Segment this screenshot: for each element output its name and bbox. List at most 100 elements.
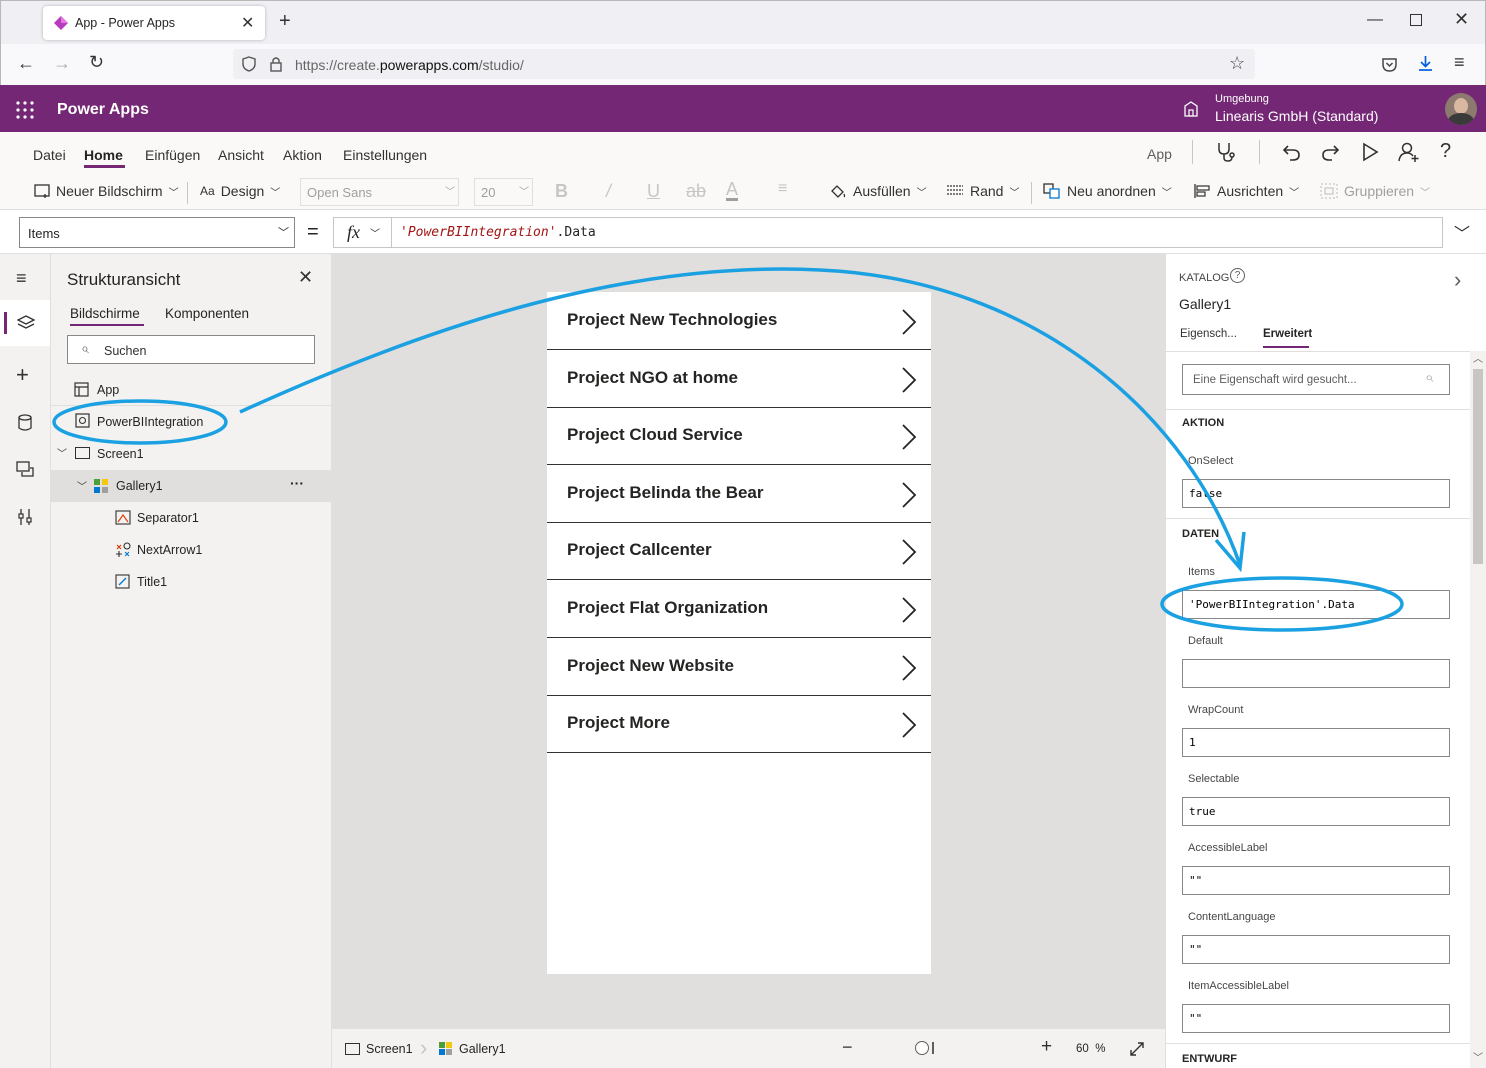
minimize-icon[interactable]: — [1367,11,1383,29]
close-window-icon[interactable]: ✕ [1454,9,1469,30]
media-icon[interactable] [16,460,34,478]
collapse-menu-icon[interactable]: ≡ [16,268,27,289]
new-screen-button[interactable]: Neuer Bildschirm ﹀ [34,183,179,199]
itemaccessiblelabel-field[interactable]: "" [1182,1004,1450,1033]
next-arrow-icon[interactable] [901,538,917,566]
tab-components[interactable]: Komponenten [165,306,249,321]
new-tab-icon[interactable]: + [279,10,291,33]
menu-home[interactable]: Home [84,147,123,163]
app-screen[interactable]: Project New Technologies Project NGO at h… [547,292,931,974]
reload-icon[interactable]: ↻ [89,52,104,73]
breadcrumb-screen[interactable]: Screen1 [366,1042,413,1056]
zoom-in-icon[interactable]: + [1041,1036,1052,1058]
tree-item-separator1[interactable]: Separator1 [51,504,332,532]
download-icon[interactable] [1417,54,1434,73]
avatar[interactable] [1445,93,1477,125]
font-family-select[interactable]: Open Sans ﹀ [300,178,459,206]
insert-icon[interactable]: + [16,362,29,388]
environment-name[interactable]: Linearis GmbH (Standard) [1215,108,1378,124]
tree-item-powerbiintegration[interactable]: PowerBIIntegration [51,408,332,436]
undo-icon[interactable] [1282,142,1302,162]
next-arrow-icon[interactable] [901,711,917,739]
formula-input[interactable]: 'PowerBIIntegration'.Data [391,217,1443,248]
back-icon[interactable]: ← [17,53,35,74]
help-icon[interactable]: ? [1440,140,1451,163]
menu-datei[interactable]: Datei [33,147,66,163]
scroll-down-icon[interactable]: ﹀ [1473,1049,1483,1064]
waffle-icon[interactable] [16,101,34,119]
next-arrow-icon[interactable] [901,596,917,624]
bold-icon[interactable]: B [555,181,568,202]
text-align-icon[interactable]: ≡ [778,180,787,198]
app-checker-label[interactable]: App [1147,146,1172,162]
fit-to-window-icon[interactable] [1129,1041,1145,1057]
menu-ansicht[interactable]: Ansicht [218,147,264,163]
property-search-input[interactable]: Eine Eigenschaft wird gesucht... ⌕ [1182,364,1450,395]
tab-advanced[interactable]: Erweitert [1263,328,1312,340]
gallery-item[interactable]: Project Flat Organization [547,580,931,638]
next-arrow-icon[interactable] [901,366,917,394]
breadcrumb-gallery[interactable]: Gallery1 [459,1042,506,1056]
design-button[interactable]: Aa Design ﹀ [200,183,280,199]
fx-button[interactable]: fx ﹀ [333,217,391,248]
next-arrow-icon[interactable] [901,654,917,682]
selectable-field[interactable]: true [1182,797,1450,826]
italic-icon[interactable]: / [606,181,611,202]
group-button[interactable]: Gruppieren ﹀ [1320,183,1430,199]
close-panel-icon[interactable]: ✕ [298,267,313,288]
strikethrough-icon[interactable]: ab [686,181,706,202]
gallery-item[interactable]: Project Belinda the Bear [547,465,931,523]
tree-search-input[interactable]: ⌕ Suchen [67,335,315,364]
tree-item-screen1[interactable]: ﹀ Screen1 [51,440,332,468]
default-field[interactable] [1182,659,1450,688]
gallery-item[interactable]: Project Cloud Service [547,407,931,466]
align-button[interactable]: Ausrichten ﹀ [1193,183,1299,199]
contentlanguage-field[interactable]: "" [1182,935,1450,964]
tab-properties[interactable]: Eigensch... [1180,328,1237,340]
collapse-panel-icon[interactable]: › [1454,267,1461,293]
property-dropdown[interactable]: Items ﹀ [19,217,295,248]
tree-item-gallery1[interactable]: ﹀ Gallery1 ··· [51,470,332,502]
menu-einfuegen[interactable]: Einfügen [145,147,200,163]
onselect-field[interactable]: false [1182,479,1450,508]
share-user-icon[interactable] [1398,141,1420,163]
gallery-item[interactable]: Project Callcenter [547,522,931,581]
menu-aktion[interactable]: Aktion [283,147,322,163]
stethoscope-icon[interactable] [1214,141,1236,163]
accessiblelabel-field[interactable]: "" [1182,866,1450,895]
advanced-tools-icon[interactable] [17,508,33,526]
wrapcount-field[interactable]: 1 [1182,728,1450,757]
close-tab-icon[interactable]: ✕ [241,13,254,33]
url-bar[interactable]: https://create.powerapps.com/studio/ ☆ [233,49,1255,79]
gallery-item[interactable]: Project NGO at home [547,350,931,408]
gallery-item[interactable]: Project New Technologies [547,292,931,350]
next-arrow-icon[interactable] [901,423,917,451]
hamburger-menu-icon[interactable]: ≡ [1454,52,1465,73]
items-field[interactable]: 'PowerBIIntegration'.Data [1182,590,1450,619]
tree-item-app[interactable]: App [51,376,332,404]
tree-item-nextarrow1[interactable]: NextArrow1 [51,536,332,564]
maximize-icon[interactable] [1410,14,1422,26]
font-color-icon[interactable]: A [726,180,739,201]
bookmark-star-icon[interactable]: ☆ [1229,53,1245,74]
control-name[interactable]: Gallery1 [1179,296,1231,312]
zoom-slider[interactable] [915,1041,929,1055]
tree-view-tab[interactable] [0,300,50,346]
forward-icon[interactable]: → [53,53,71,74]
scrollbar[interactable]: ︿ ﹀ [1470,351,1486,1068]
gallery-item[interactable]: Project New Website [547,638,931,696]
gallery-item[interactable]: Project More [547,695,931,754]
play-preview-icon[interactable] [1361,142,1379,162]
reorder-button[interactable]: Neu anordnen ﹀ [1043,183,1172,199]
chevron-down-icon[interactable]: ﹀ [57,445,67,460]
redo-icon[interactable] [1320,142,1340,162]
scroll-up-icon[interactable]: ︿ [1473,350,1483,365]
next-arrow-icon[interactable] [901,308,917,336]
menu-einstellungen[interactable]: Einstellungen [343,147,427,163]
pocket-icon[interactable] [1381,56,1398,73]
expand-formula-icon[interactable]: ﹀ [1454,220,1470,244]
next-arrow-icon[interactable] [901,481,917,509]
tab-screens[interactable]: Bildschirme [70,306,140,321]
chevron-down-icon[interactable]: ﹀ [77,478,87,493]
fill-button[interactable]: Ausfüllen ﹀ [829,183,927,199]
